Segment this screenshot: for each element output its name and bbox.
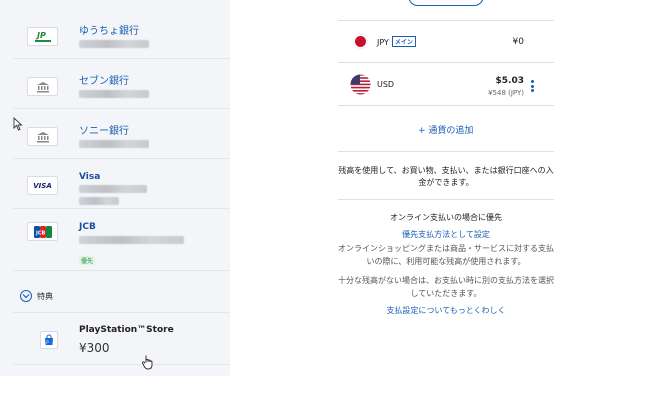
payment-item-name: ソニー銀行 (79, 126, 129, 137)
divider (338, 20, 554, 21)
more-options-icon[interactable] (531, 80, 535, 94)
page-bottom (0, 376, 670, 405)
currency-code: JPY メイン (377, 36, 416, 47)
bank-icon (27, 127, 58, 146)
balance-usage-note: 残高を使用して、お買い物、支払い、または銀行口座への入金ができます。 (338, 166, 554, 187)
tokuten-label: 特典 (37, 291, 53, 301)
divider (338, 151, 554, 152)
currency-code: USD (377, 80, 395, 89)
jcb-logo-text: JCB (35, 230, 46, 236)
online-pref-title: オンライン支払いの場合に優先 (390, 213, 502, 222)
japan-post-text: JP (35, 31, 46, 40)
arrow-cursor-icon (13, 117, 23, 131)
payment-item-name: Visa (79, 172, 101, 182)
online-pref-description: オンラインショッピングまたは商品・サービスに対する支払いの際に、利用可能な残高が… (338, 244, 554, 266)
psstore-amount: ¥300 (79, 341, 110, 355)
visa-card-icon: VISA (27, 176, 58, 195)
playstation-store-icon: P (40, 331, 58, 349)
online-pref-fallback: 十分な残高がない場合は、お支払い時に別の支払方法を選択していただきます。 (338, 276, 554, 298)
wallet-screen: JP ゆうちょ銀行 セブン銀行 ソニー銀行 VISA Visa JCB JCB … (0, 0, 670, 405)
masked-account-number (79, 90, 149, 98)
set-preferred-link[interactable]: 優先支払方法として設定 (336, 229, 556, 240)
jcb-card-icon: JCB (27, 222, 58, 241)
payment-methods-panel: JP ゆうちょ銀行 セブン銀行 ソニー銀行 VISA Visa JCB JCB … (0, 0, 230, 376)
currency-balance: $5.03 (495, 76, 524, 86)
divider (338, 62, 554, 63)
hand-cursor-icon (142, 355, 153, 370)
divider (13, 364, 230, 365)
main-badge: メイン (391, 36, 416, 47)
preferred-badge: 優先 (79, 256, 96, 265)
add-currency-link[interactable]: + 通貨の追加 (418, 123, 473, 136)
tokuten-toggle[interactable]: 特典 (20, 290, 53, 302)
currency-balance: ¥0 (512, 37, 524, 47)
masked-card-number (79, 185, 147, 193)
us-flag-icon (350, 74, 371, 95)
divider (13, 312, 230, 313)
divider (338, 105, 554, 106)
payment-item-name: ゆうちょ銀行 (79, 26, 139, 37)
visa-logo-text: VISA (33, 181, 52, 190)
divider (338, 199, 554, 200)
currency-code-text: JPY (377, 38, 389, 47)
psstore-name: PlayStation™Store (79, 325, 174, 335)
masked-card-number (79, 236, 184, 244)
chevron-down-icon (20, 290, 32, 302)
bank-icon (27, 77, 58, 96)
payment-item-name: JCB (79, 222, 96, 232)
payment-settings-link[interactable]: 支払設定についてもっとくわしく (336, 305, 556, 316)
masked-account-number (79, 40, 149, 48)
japan-post-bank-icon: JP (27, 27, 58, 46)
masked-account-number (79, 140, 149, 148)
masked-expiry (79, 197, 119, 205)
currency-balance-jpy: ¥548 (JPY) (488, 89, 524, 97)
payment-item-name: セブン銀行 (79, 76, 129, 87)
top-action-button[interactable] (408, 0, 484, 6)
japan-flag-icon (353, 34, 368, 49)
